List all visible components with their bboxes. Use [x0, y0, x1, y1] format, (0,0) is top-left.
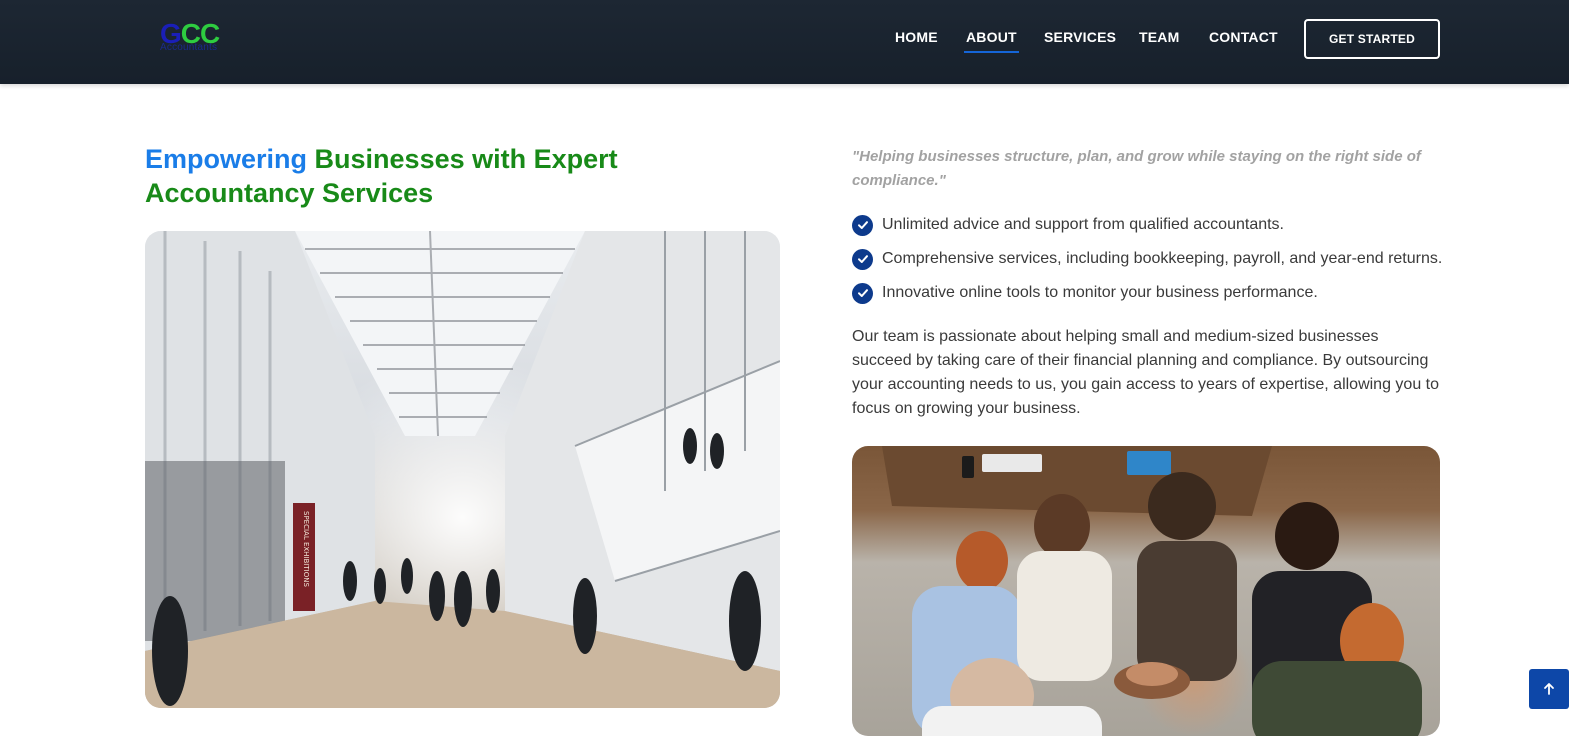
logo-subtext: Accountants [160, 42, 218, 53]
atrium-photo: SPECIAL EXHIBITIONS [145, 231, 780, 708]
check-circle-icon [852, 248, 873, 270]
nav-services[interactable]: SERVICES [1044, 29, 1116, 45]
site-header: GCC Accountants HOME ABOUT SERVICES TEAM… [0, 0, 1569, 84]
nav-about[interactable]: ABOUT [964, 29, 1019, 53]
team-photo [852, 446, 1440, 736]
headline-highlight: Empowering [145, 144, 308, 174]
list-item: Comprehensive services, including bookke… [852, 242, 1452, 276]
logo[interactable]: GCC Accountants [160, 20, 252, 56]
list-item: Innovative online tools to monitor your … [852, 276, 1452, 310]
about-quote: "Helping businesses structure, plan, and… [852, 148, 1421, 189]
arrow-up-icon [1542, 682, 1556, 696]
get-started-button[interactable]: GET STARTED [1304, 19, 1440, 59]
check-circle-icon [852, 214, 873, 236]
list-item: Unlimited advice and support from qualif… [852, 208, 1452, 242]
check-circle-icon [852, 282, 873, 304]
checklist-text: Unlimited advice and support from qualif… [882, 216, 1284, 233]
about-paragraph: Our team is passionate about helping sma… [852, 328, 1440, 417]
nav-home[interactable]: HOME [895, 29, 938, 45]
scroll-to-top-button[interactable] [1529, 669, 1569, 709]
nav-team[interactable]: TEAM [1139, 29, 1179, 45]
nav-contact[interactable]: CONTACT [1209, 29, 1278, 45]
banner-text: SPECIAL EXHIBITIONS [302, 511, 310, 587]
feature-checklist: Unlimited advice and support from qualif… [852, 208, 1452, 310]
checklist-text: Comprehensive services, including bookke… [882, 250, 1443, 267]
about-headline: Empowering Businesses with Expert Accoun… [145, 142, 785, 210]
checklist-text: Innovative online tools to monitor your … [882, 284, 1318, 301]
